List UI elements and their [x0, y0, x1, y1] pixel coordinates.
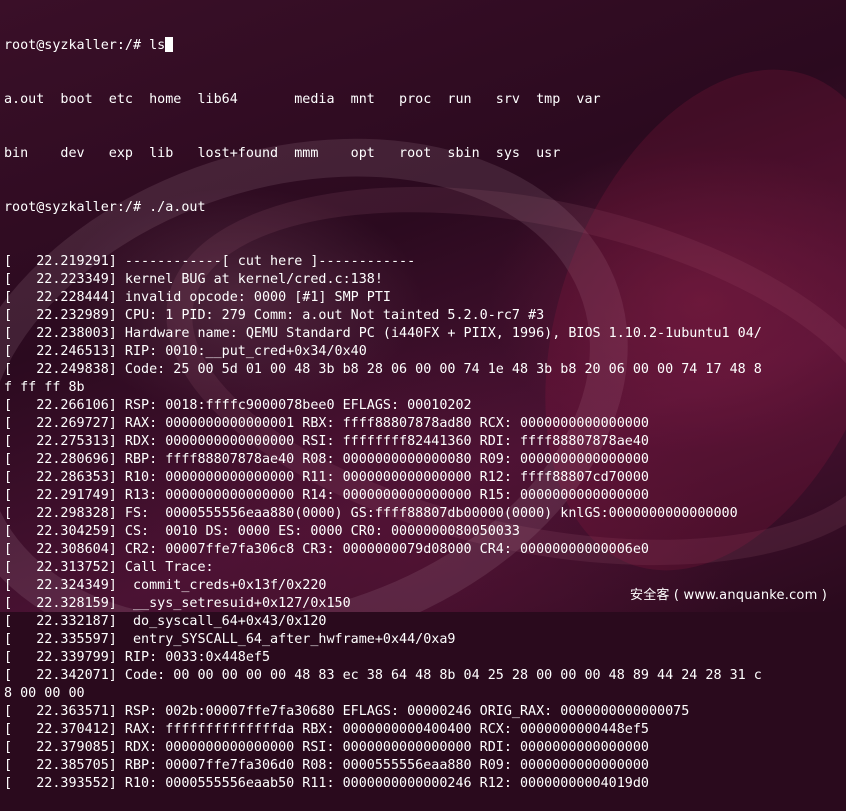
terminal-output-line: [ 22.249838] Code: 25 00 5d 01 00 48 3b … — [4, 362, 762, 377]
terminal-output-line: [ 22.246513] RIP: 0010:__put_cred+0x34/0… — [4, 344, 367, 359]
terminal-output-line: [ 22.280696] RBP: ffff88807878ae40 R08: … — [4, 452, 649, 467]
prompt-text: root@syzkaller:/# ls — [4, 38, 166, 53]
terminal-output-line: [ 22.308604] CR2: 00007ffe7fa306c8 CR3: … — [4, 542, 649, 557]
terminal-output-line: [ 22.370412] RAX: ffffffffffffffda RBX: … — [4, 722, 649, 737]
terminal-output-line: [ 22.363571] RSP: 002b:00007ffe7fa30680 … — [4, 704, 690, 719]
terminal-output-line: [ 22.335597] entry_SYSCALL_64_after_hwfr… — [4, 632, 456, 647]
terminal-output-line: [ 22.313752] Call Trace: — [4, 560, 214, 575]
terminal-output-line: [ 22.269727] RAX: 0000000000000001 RBX: … — [4, 416, 649, 431]
terminal-output-line: [ 22.223349] kernel BUG at kernel/cred.c… — [4, 272, 383, 287]
kernel-log-output: [ 22.219291] ------------[ cut here ]---… — [4, 253, 846, 793]
terminal-window[interactable]: root@syzkaller:/# ls a.out boot etc home… — [4, 1, 846, 791]
text-cursor — [165, 37, 174, 52]
terminal-output-line: [ 22.232989] CPU: 1 PID: 279 Comm: a.out… — [4, 308, 545, 323]
terminal-output-line: [ 22.298328] FS: 0000555556eaa880(0000) … — [4, 506, 738, 521]
terminal-output-line: [ 22.286353] R10: 0000000000000000 R11: … — [4, 470, 649, 485]
terminal-output-line: [ 22.332187] do_syscall_64+0x43/0x120 — [4, 614, 327, 629]
terminal-output-line: [ 22.291749] R13: 0000000000000000 R14: … — [4, 488, 649, 503]
terminal-output-line: [ 22.379085] RDX: 0000000000000000 RSI: … — [4, 740, 649, 755]
terminal-output-line: [ 22.228444] invalid opcode: 0000 [#1] S… — [4, 290, 391, 305]
terminal-output-line: [ 22.238003] Hardware name: QEMU Standar… — [4, 326, 762, 341]
terminal-output-line: [ 22.219291] ------------[ cut here ]---… — [4, 254, 416, 269]
terminal-output-line: [ 22.266106] RSP: 0018:ffffc9000078bee0 … — [4, 398, 472, 413]
terminal-output-line: [ 22.339799] RIP: 0033:0x448ef5 — [4, 650, 271, 665]
ls-output-row: bin dev exp lib lost+found mmm opt root … — [4, 146, 561, 161]
watermark-text: 安全客 ( www.anquanke.com ) — [630, 588, 828, 603]
prompt-line: root@syzkaller:/# ./a.out — [4, 200, 206, 215]
ls-output-row: a.out boot etc home lib64 media mnt proc… — [4, 92, 601, 107]
terminal-output-line: [ 22.342071] Code: 00 00 00 00 00 48 83 … — [4, 668, 762, 683]
terminal-output-line: 8 00 00 00 — [4, 686, 85, 701]
terminal-output-line: [ 22.275313] RDX: 0000000000000000 RSI: … — [4, 434, 649, 449]
terminal-output-line: [ 22.393552] R10: 0000555556eaab50 R11: … — [4, 776, 649, 791]
terminal-output-line: [ 22.385705] RBP: 00007ffe7fa306d0 R08: … — [4, 758, 649, 773]
terminal-output-line: [ 22.304259] CS: 0010 DS: 0000 ES: 0000 … — [4, 524, 520, 539]
prompt-line: root@syzkaller:/# ls — [4, 37, 846, 55]
terminal-output-line: f ff ff 8b — [4, 380, 85, 395]
